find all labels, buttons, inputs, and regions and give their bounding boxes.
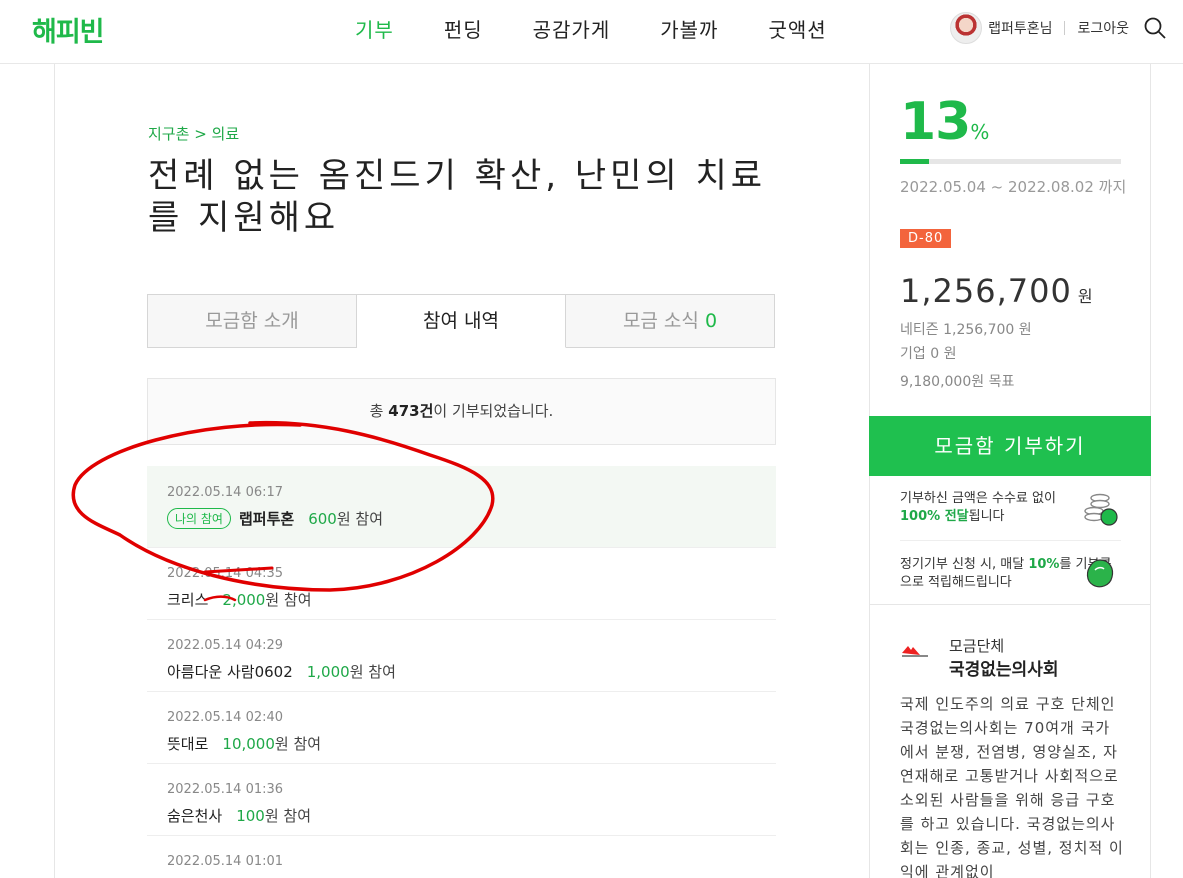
donation-unit: 원 참여 <box>349 663 396 681</box>
donation-date: 2022.05.14 06:17 <box>167 485 284 500</box>
organization-description: 국제 인도주의 의료 구호 단체인 국경없는의사회는 70여개 국가에서 분쟁,… <box>900 695 1124 878</box>
benefit1-suffix: 됩니다 <box>968 509 1005 524</box>
tab-news-count: 0 <box>704 310 718 332</box>
nav-store[interactable]: 공감가게 <box>533 14 611 43</box>
progress-bar <box>900 159 1121 164</box>
coins-icon <box>1084 493 1118 526</box>
nav-goodaction[interactable]: 굿액션 <box>768 14 826 43</box>
search-icon[interactable] <box>1143 16 1167 40</box>
percent-sign: % <box>970 120 989 144</box>
user-utility: 랩퍼투혼님 로그아웃 <box>950 12 1167 44</box>
total-donations-box: 총 473건이 기부되었습니다. <box>147 378 776 445</box>
benefit1-highlight: 100% 전달 <box>900 509 969 524</box>
dday-badge: D-80 <box>900 229 952 248</box>
breadcrumb: 지구촌 > 의료 <box>148 123 239 144</box>
tab-news-label: 모금 소식 <box>622 310 699 332</box>
donation-unit: 원 참여 <box>336 510 383 528</box>
percent-value: 13 <box>900 92 971 152</box>
list-item: 2022.05.14 01:01 <box>147 836 776 878</box>
donation-amount: 2,000 <box>222 590 266 609</box>
divider <box>900 540 1121 541</box>
divider <box>869 604 1151 605</box>
user-name[interactable]: 랩퍼투혼님 <box>988 18 1052 38</box>
list-item: 2022.05.14 04:29 아름다운 사람0602 1,000 원 참여 <box>147 620 776 692</box>
organization-label: 모금단체 <box>949 637 1005 655</box>
goal-amount: 9,180,000원 목표 <box>900 374 1015 390</box>
donation-amount: 100 <box>236 806 265 825</box>
donation-date: 2022.05.14 01:36 <box>167 782 284 797</box>
total-count: 473건 <box>388 402 434 420</box>
campaign-tabs: 모금함 소개 참여 내역 모금 소식 0 <box>147 294 775 348</box>
raised-amount-value: 1,256,700 <box>900 272 1072 310</box>
donation-list: 2022.05.14 06:17 나의 참여 랩퍼투혼 600 원 참여 2022… <box>147 466 776 878</box>
campaign-title: 전례 없는 옴진드기 확산, 난민의 치료를 지원해요 <box>148 156 767 238</box>
list-item: 2022.05.14 01:36 숨은천사 100 원 참여 <box>147 764 776 836</box>
happybean-logo[interactable]: 해피빈 <box>32 10 105 49</box>
my-donation-badge: 나의 참여 <box>167 508 231 529</box>
nav-donate[interactable]: 기부 <box>355 14 394 43</box>
raised-amount-unit: 원 <box>1077 287 1094 306</box>
benefit2-highlight: 10% <box>1028 557 1060 572</box>
content-border-left <box>54 64 55 878</box>
donation-amount: 1,000 <box>306 662 350 681</box>
top-header: 해피빈 기부 펀딩 공감가게 가볼까 굿액션 랩퍼투혼님 로그아웃 <box>0 0 1183 64</box>
donor-name: 랩퍼투혼 <box>238 510 295 528</box>
donation-date: 2022.05.14 04:29 <box>167 638 284 653</box>
progress-fill <box>900 159 929 164</box>
list-item: 2022.05.14 04:35 크리스 2,000 원 참여 <box>147 548 776 620</box>
donation-unit: 원 참여 <box>274 735 322 753</box>
donor-name: 뜻대로 <box>167 735 209 753</box>
breadcrumb-subcategory[interactable]: 의료 <box>212 125 240 143</box>
tab-news[interactable]: 모금 소식 0 <box>566 294 775 348</box>
donation-date: 2022.05.14 02:40 <box>167 710 284 725</box>
donate-button[interactable]: 모금함 기부하기 <box>869 416 1151 476</box>
nav-funding[interactable]: 펀딩 <box>444 14 483 43</box>
donor-name: 아름다운 사람0602 <box>167 663 293 681</box>
nav-trip[interactable]: 가볼까 <box>660 14 718 43</box>
divider <box>1064 21 1066 35</box>
benefit1-text: 기부하신 금액은 수수료 없이 <box>900 491 1056 506</box>
donation-unit: 원 참여 <box>264 807 312 825</box>
avatar[interactable] <box>950 12 983 44</box>
donor-name: 숨은천사 <box>167 807 223 825</box>
donor-name: 크리스 <box>167 591 209 609</box>
logout-link[interactable]: 로그아웃 <box>1077 18 1129 38</box>
organization-name[interactable]: 국경없는의사회 <box>949 655 1058 680</box>
breadcrumb-category[interactable]: 지구촌 <box>148 125 189 143</box>
main-nav: 기부 펀딩 공감가게 가볼까 굿액션 <box>355 14 877 43</box>
bean-icon <box>1086 559 1114 588</box>
breadcrumb-separator: > <box>194 125 207 143</box>
donation-amount: 600 <box>308 509 337 528</box>
tab-history[interactable]: 참여 내역 <box>357 294 566 348</box>
total-suffix: 이 기부되었습니다. <box>433 402 554 420</box>
company-amount: 기업 0 원 <box>900 346 957 362</box>
achievement-percent: 13% <box>900 92 989 152</box>
donation-date: 2022.05.14 04:35 <box>167 566 284 581</box>
total-prefix: 총 <box>369 402 384 420</box>
msf-logo-icon <box>902 646 928 657</box>
netizen-amount: 네티즌 1,256,700 원 <box>900 322 1032 338</box>
list-item: 2022.05.14 02:40 뜻대로 10,000 원 참여 <box>147 692 776 764</box>
donation-unit: 원 참여 <box>265 591 312 609</box>
campaign-period: 2022.05.04 ~ 2022.08.02 까지 <box>900 178 1127 196</box>
tab-intro[interactable]: 모금함 소개 <box>147 294 357 348</box>
donation-date: 2022.05.14 01:01 <box>167 854 284 869</box>
benefit2-text: 정기기부 신청 시, 매달 <box>900 557 1025 572</box>
list-item: 2022.05.14 06:17 나의 참여 랩퍼투혼 600 원 참여 <box>147 466 776 548</box>
donation-amount: 10,000 <box>222 734 275 753</box>
raised-amount: 1,256,700 원 <box>900 272 1094 310</box>
